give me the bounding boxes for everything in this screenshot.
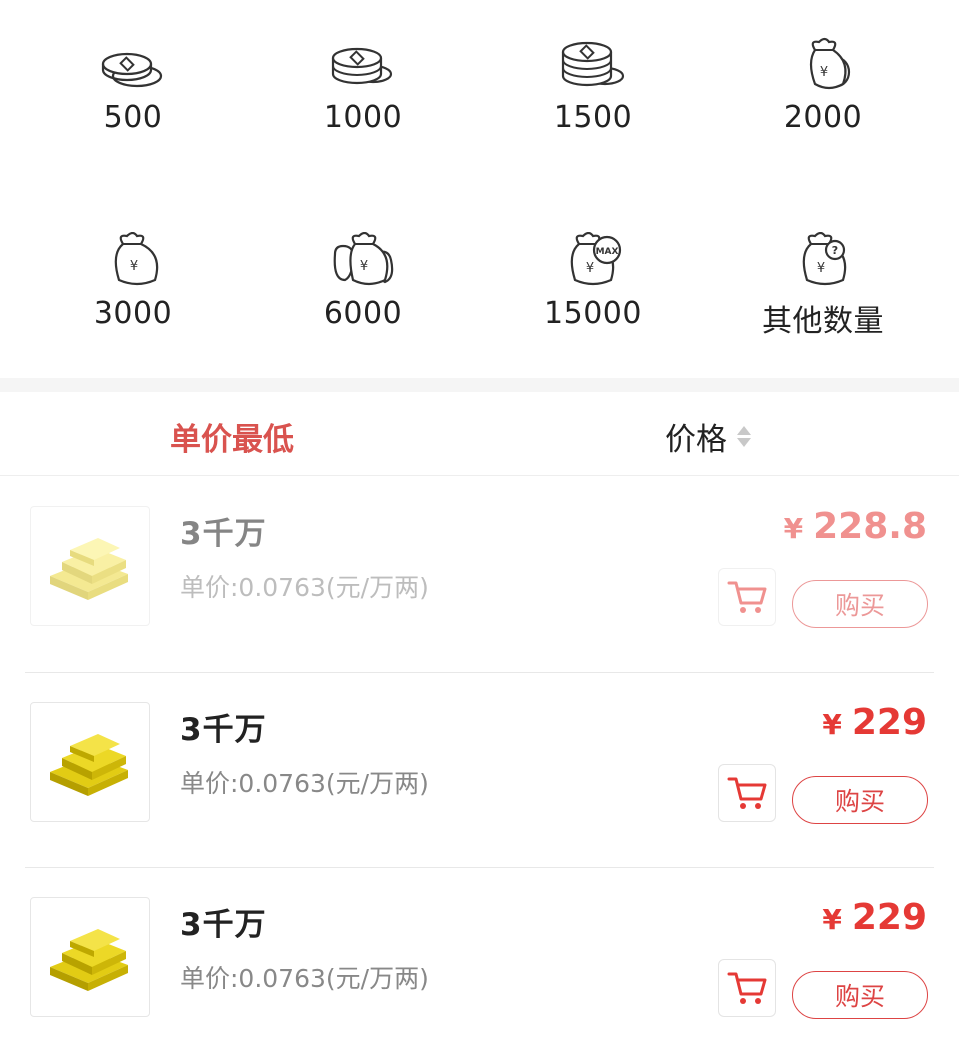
listing-price: ¥229 <box>822 897 927 938</box>
coin-stack-small-icon <box>101 52 163 88</box>
cart-icon <box>727 777 767 809</box>
amount-label: 15000 <box>544 296 642 331</box>
gold-bars-icon <box>50 929 128 991</box>
listing-title: 3千万 <box>180 907 267 943</box>
buy-button[interactable]: 购买 <box>792 776 928 824</box>
coin-stack-large-icon <box>561 41 625 87</box>
svg-text:MAX: MAX <box>596 247 619 257</box>
sort-price-tab[interactable]: 价格 <box>665 414 751 459</box>
gold-bars-icon <box>50 538 128 600</box>
amount-option-1000[interactable]: 1000 <box>248 36 478 176</box>
sort-price-label: 价格 <box>665 422 727 458</box>
amount-label: 其他数量 <box>762 304 884 339</box>
sort-arrows-icon <box>737 426 751 447</box>
listing-title: 3千万 <box>180 712 267 748</box>
listing-price: ¥229 <box>822 702 927 743</box>
sort-lowest-unit-price-tab[interactable]: 单价最低 <box>170 414 294 459</box>
gold-bars-icon <box>50 734 128 796</box>
add-to-cart-button[interactable] <box>718 764 776 822</box>
listing-item[interactable]: 3千万 单价:0.0763(元/万两) ¥229 购买 <box>0 672 959 867</box>
add-to-cart-button[interactable] <box>718 959 776 1017</box>
listing-unit-price: 单价:0.0763(元/万两) <box>180 769 429 798</box>
listing-item[interactable]: 3千万 单价:0.0763(元/万两) ¥229 购买 <box>0 867 959 1062</box>
svg-text:¥: ¥ <box>586 261 594 276</box>
listing-unit-price: 单价:0.0763(元/万两) <box>180 573 429 602</box>
listing-price: ¥228.8 <box>784 506 927 547</box>
listing-unit-price: 单价:0.0763(元/万两) <box>180 964 429 993</box>
svg-text:¥: ¥ <box>817 261 825 276</box>
amount-label: 6000 <box>323 296 403 331</box>
double-money-bag-icon: ¥ <box>333 232 394 286</box>
buy-button[interactable]: 购买 <box>792 971 928 1019</box>
price-value: 228.8 <box>813 506 927 547</box>
amount-option-3000[interactable]: ¥ 3000 <box>18 232 248 372</box>
currency-symbol: ¥ <box>822 708 842 741</box>
amount-label: 1000 <box>323 100 403 135</box>
price-value: 229 <box>851 702 927 743</box>
amount-option-15000[interactable]: ¥ MAX 15000 <box>478 232 708 372</box>
amount-label: 1500 <box>553 100 633 135</box>
svg-text:¥: ¥ <box>360 259 368 274</box>
amount-label: 500 <box>103 100 163 135</box>
money-bag-max-icon: ¥ MAX <box>570 232 622 286</box>
money-bag-icon: ¥ <box>114 232 159 286</box>
gold-bars-image <box>30 702 150 822</box>
cart-icon <box>727 972 767 1004</box>
buy-button[interactable]: 购买 <box>792 580 928 628</box>
amount-option-500[interactable]: 500 <box>18 36 248 176</box>
divider <box>25 867 934 868</box>
currency-symbol: ¥ <box>822 903 842 936</box>
cart-icon <box>727 581 767 613</box>
gold-bars-image <box>30 506 150 626</box>
money-bag-question-icon: ¥ ? <box>802 232 847 286</box>
price-value: 229 <box>851 897 927 938</box>
listing-item[interactable]: 3千万 单价:0.0763(元/万两) ¥228.8 购买 <box>0 476 959 671</box>
sort-bar: 单价最低 价格 <box>0 378 959 476</box>
currency-symbol: ¥ <box>783 512 804 545</box>
divider <box>25 672 934 673</box>
listing-title: 3千万 <box>180 516 267 552</box>
add-to-cart-button[interactable] <box>718 568 776 626</box>
gold-bars-image <box>30 897 150 1017</box>
amount-label: 2000 <box>783 100 863 135</box>
amount-option-6000[interactable]: ¥ 6000 <box>248 232 478 372</box>
amount-option-1500[interactable]: 1500 <box>478 36 708 176</box>
amount-label: 3000 <box>93 296 173 331</box>
svg-text:¥: ¥ <box>820 65 828 80</box>
coin-stack-medium-icon <box>331 47 393 85</box>
amount-grid: 500 1000 1500 ¥ 2000 ¥ 3000 ¥ 6000 ¥ MAX… <box>0 0 959 378</box>
amount-option-other[interactable]: ¥ ? 其他数量 <box>708 232 938 372</box>
svg-text:?: ? <box>832 244 838 257</box>
money-bag-icon: ¥ <box>809 37 851 90</box>
amount-option-2000[interactable]: ¥ 2000 <box>708 36 938 176</box>
svg-text:¥: ¥ <box>130 259 138 274</box>
